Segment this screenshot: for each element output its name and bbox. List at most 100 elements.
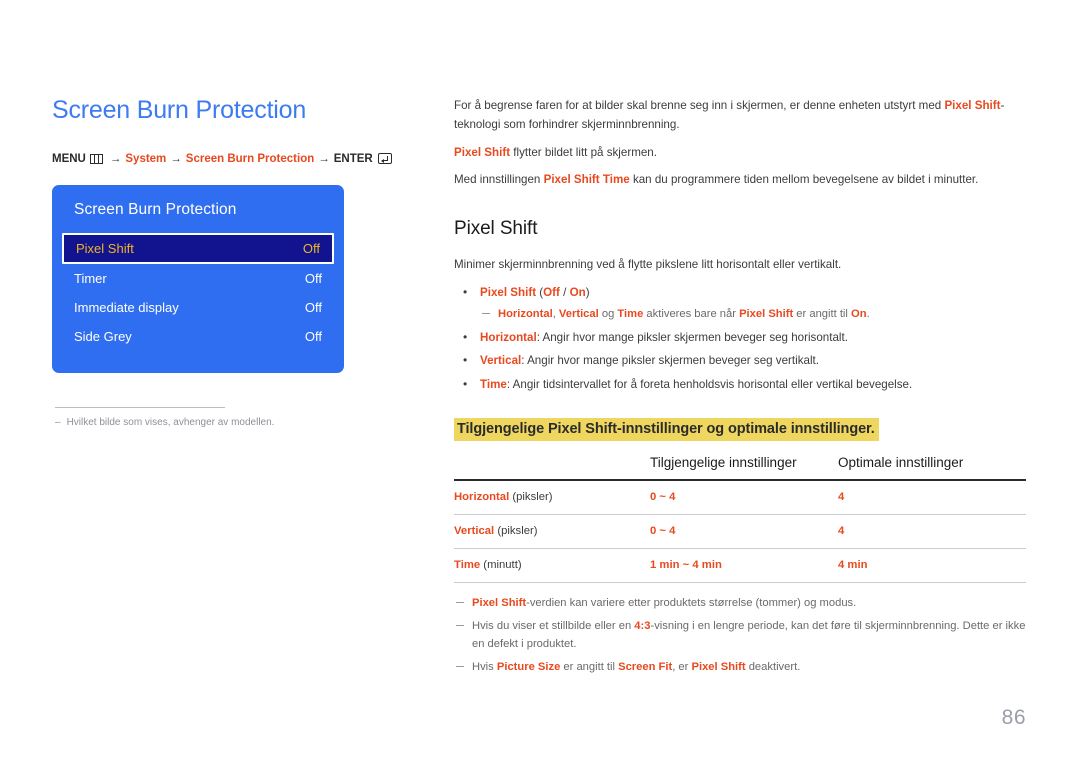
bullet-label: Time (480, 378, 507, 392)
table-row-label: Time (454, 558, 481, 571)
breadcrumb-step-system: System (125, 152, 167, 165)
footnote-divider (55, 406, 225, 408)
bullet-option-sep: / (559, 285, 570, 299)
table-cell-optimal: 4 (838, 479, 1026, 515)
page-number: 86 (1001, 706, 1026, 729)
footnote-hl-pixel-shift: Pixel Shift (472, 596, 527, 609)
osd-row-label: Pixel Shift (76, 240, 134, 256)
intro-p2-text: flytter bildet litt på skjermen. (510, 145, 657, 159)
bullet-time: Time: Angir tidsintervallet for å foreta… (454, 375, 1026, 395)
table-row: Vertical (piksler) 0 ~ 4 4 (454, 514, 1026, 549)
intro-p1-highlight: Pixel Shift (944, 99, 1001, 112)
table-cell-available: 0 ~ 4 (650, 514, 838, 549)
subnote-hl-horizontal: Horizontal (498, 307, 553, 320)
breadcrumb-menu-label: MENU (52, 152, 86, 165)
osd-row-timer[interactable]: Timer Off (52, 264, 344, 293)
bullet-paren-close: ) (585, 285, 590, 299)
osd-row-label: Side Grey (74, 328, 132, 344)
page-title: Screen Burn Protection (52, 96, 307, 124)
table-cell-label: Vertical (piksler) (454, 514, 650, 549)
left-column: Screen Burn Protection MENU → System → S… (52, 96, 402, 430)
bullet-vertical: Vertical: Angir hvor mange piksler skjer… (454, 351, 1026, 371)
subnote-hl-on: On (851, 307, 867, 320)
table-cell-available: 0 ~ 4 (650, 479, 838, 515)
subnote-activation-condition: Horizontal, Vertical og Time aktiveres b… (480, 306, 1026, 324)
bullet-label: Vertical (480, 354, 522, 368)
bullet-text: : Angir tidsintervallet for å foreta hen… (506, 378, 913, 392)
intro-p3-highlight: Pixel Shift Time (543, 173, 630, 187)
subnote-mid-3: er angitt til (793, 307, 852, 320)
osd-row-value: Off (304, 299, 322, 315)
footnote-mid-1: er angitt til (560, 660, 619, 673)
osd-row-value: Off (302, 240, 320, 256)
osd-menu-panel: Screen Burn Protection Pixel Shift Off T… (52, 184, 344, 373)
breadcrumb-arrow-1: → (109, 152, 122, 165)
subnote-hl-vertical: Vertical (558, 307, 599, 320)
subnote-mid-2: aktiveres bare når (643, 307, 740, 320)
footnote-text: -verdien kan variere etter produktets st… (526, 596, 857, 609)
table-footnotes: Pixel Shift-verdien kan variere etter pr… (454, 595, 1026, 677)
table-header-row: Tilgjengelige innstillinger Optimale inn… (454, 454, 1026, 481)
settings-table: Tilgjengelige innstillinger Optimale inn… (454, 454, 1026, 583)
osd-row-side-grey[interactable]: Side Grey Off (52, 322, 344, 351)
enter-return-icon (377, 153, 392, 165)
table-row-label: Vertical (454, 524, 495, 537)
breadcrumb: MENU → System → Screen Burn Protection →… (52, 151, 402, 167)
intro-paragraph-3: Med innstillingen Pixel Shift Time kan d… (454, 171, 1026, 190)
table-row-label: Horizontal (454, 490, 510, 503)
footnote-mid-2: , er (672, 660, 692, 673)
table-header-available: Tilgjengelige innstillinger (650, 454, 838, 481)
footnote-dash: – (55, 416, 61, 428)
bullet-label: Horizontal (480, 330, 537, 344)
footnote-hl-picture-size: Picture Size (496, 660, 561, 673)
bullet-text: : Angir hvor mange piksler skjermen beve… (521, 354, 819, 368)
osd-menu-title: Screen Burn Protection (74, 200, 237, 218)
table-row-unit: (piksler) (509, 490, 553, 503)
intro-paragraph-2: Pixel Shift flytter bildet litt på skjer… (454, 144, 1026, 163)
osd-row-pixel-shift[interactable]: Pixel Shift Off (62, 232, 334, 264)
table-head: Tilgjengelige innstillinger Optimale inn… (454, 454, 1026, 481)
subnote-hl-time: Time (617, 307, 644, 320)
breadcrumb-enter-label: ENTER (333, 152, 373, 165)
footnote-text-pre: Hvis du viser et stillbilde eller en (472, 619, 635, 632)
table-header-optimal: Optimale innstillinger (838, 454, 1026, 481)
intro-p2-highlight: Pixel Shift (454, 145, 511, 159)
osd-row-value: Off (304, 270, 322, 286)
bullet-pixel-shift: Pixel Shift (Off / On) Horizontal, Verti… (454, 283, 1026, 324)
intro-paragraph-1: For å begrense faren for at bilder skal … (454, 97, 1026, 135)
footnote-text-pre: Hvis (472, 660, 497, 673)
bullet-option-on: On (569, 285, 586, 299)
bullet-text: : Angir hvor mange piksler skjermen beve… (536, 330, 848, 344)
left-footnote: – Hvilket bilde som vises, avhenger av m… (52, 415, 402, 430)
intro-p1-text-a: For å begrense faren for at bilder skal … (454, 99, 945, 112)
table-row: Horizontal (piksler) 0 ~ 4 4 (454, 479, 1026, 515)
breadcrumb-arrow-2: → (170, 152, 182, 165)
table-footnote-2: Hvis du viser et stillbilde eller en 4:3… (454, 618, 1026, 654)
table-footnote-3: Hvis Picture Size er angitt til Screen F… (454, 659, 1026, 677)
osd-row-label: Immediate display (74, 299, 179, 315)
breadcrumb-arrow-3: → (318, 152, 330, 165)
table-row-unit: (minutt) (480, 558, 522, 571)
section-title-pixel-shift: Pixel Shift (454, 218, 538, 240)
highlighted-heading: Tilgjengelige Pixel Shift-innstillinger … (454, 417, 879, 441)
osd-row-immediate-display[interactable]: Immediate display Off (52, 293, 344, 322)
table-header-blank (454, 454, 650, 481)
bullet-label: Pixel Shift (480, 285, 537, 299)
section-lead-text: Minimer skjerminnbrenning ved å flytte p… (454, 258, 842, 272)
table-cell-available: 1 min ~ 4 min (650, 548, 838, 583)
osd-row-value: Off (304, 328, 322, 344)
table-cell-optimal: 4 min (838, 548, 1026, 583)
feature-bullet-list: Pixel Shift (Off / On) Horizontal, Verti… (454, 283, 1026, 395)
table-row-unit: (piksler) (494, 524, 538, 537)
intro-p3-text-a: Med innstillingen (454, 173, 544, 187)
footnote-text: deaktivert. (745, 660, 801, 673)
subnote-mid-1: og (598, 307, 618, 320)
footnote-text: Hvilket bilde som vises, avhenger av mod… (66, 416, 275, 428)
subnote-hl-pixel-shift: Pixel Shift (739, 307, 794, 320)
table-body: Horizontal (piksler) 0 ~ 4 4 Vertical (p… (454, 479, 1026, 583)
table-cell-optimal: 4 (838, 514, 1026, 549)
bullet-horizontal: Horizontal: Angir hvor mange piksler skj… (454, 328, 1026, 348)
table-footnote-1: Pixel Shift-verdien kan variere etter pr… (454, 595, 1026, 613)
footnote-hl-screen-fit: Screen Fit (618, 660, 673, 673)
footnote-hl-pixel-shift: Pixel Shift (691, 660, 746, 673)
